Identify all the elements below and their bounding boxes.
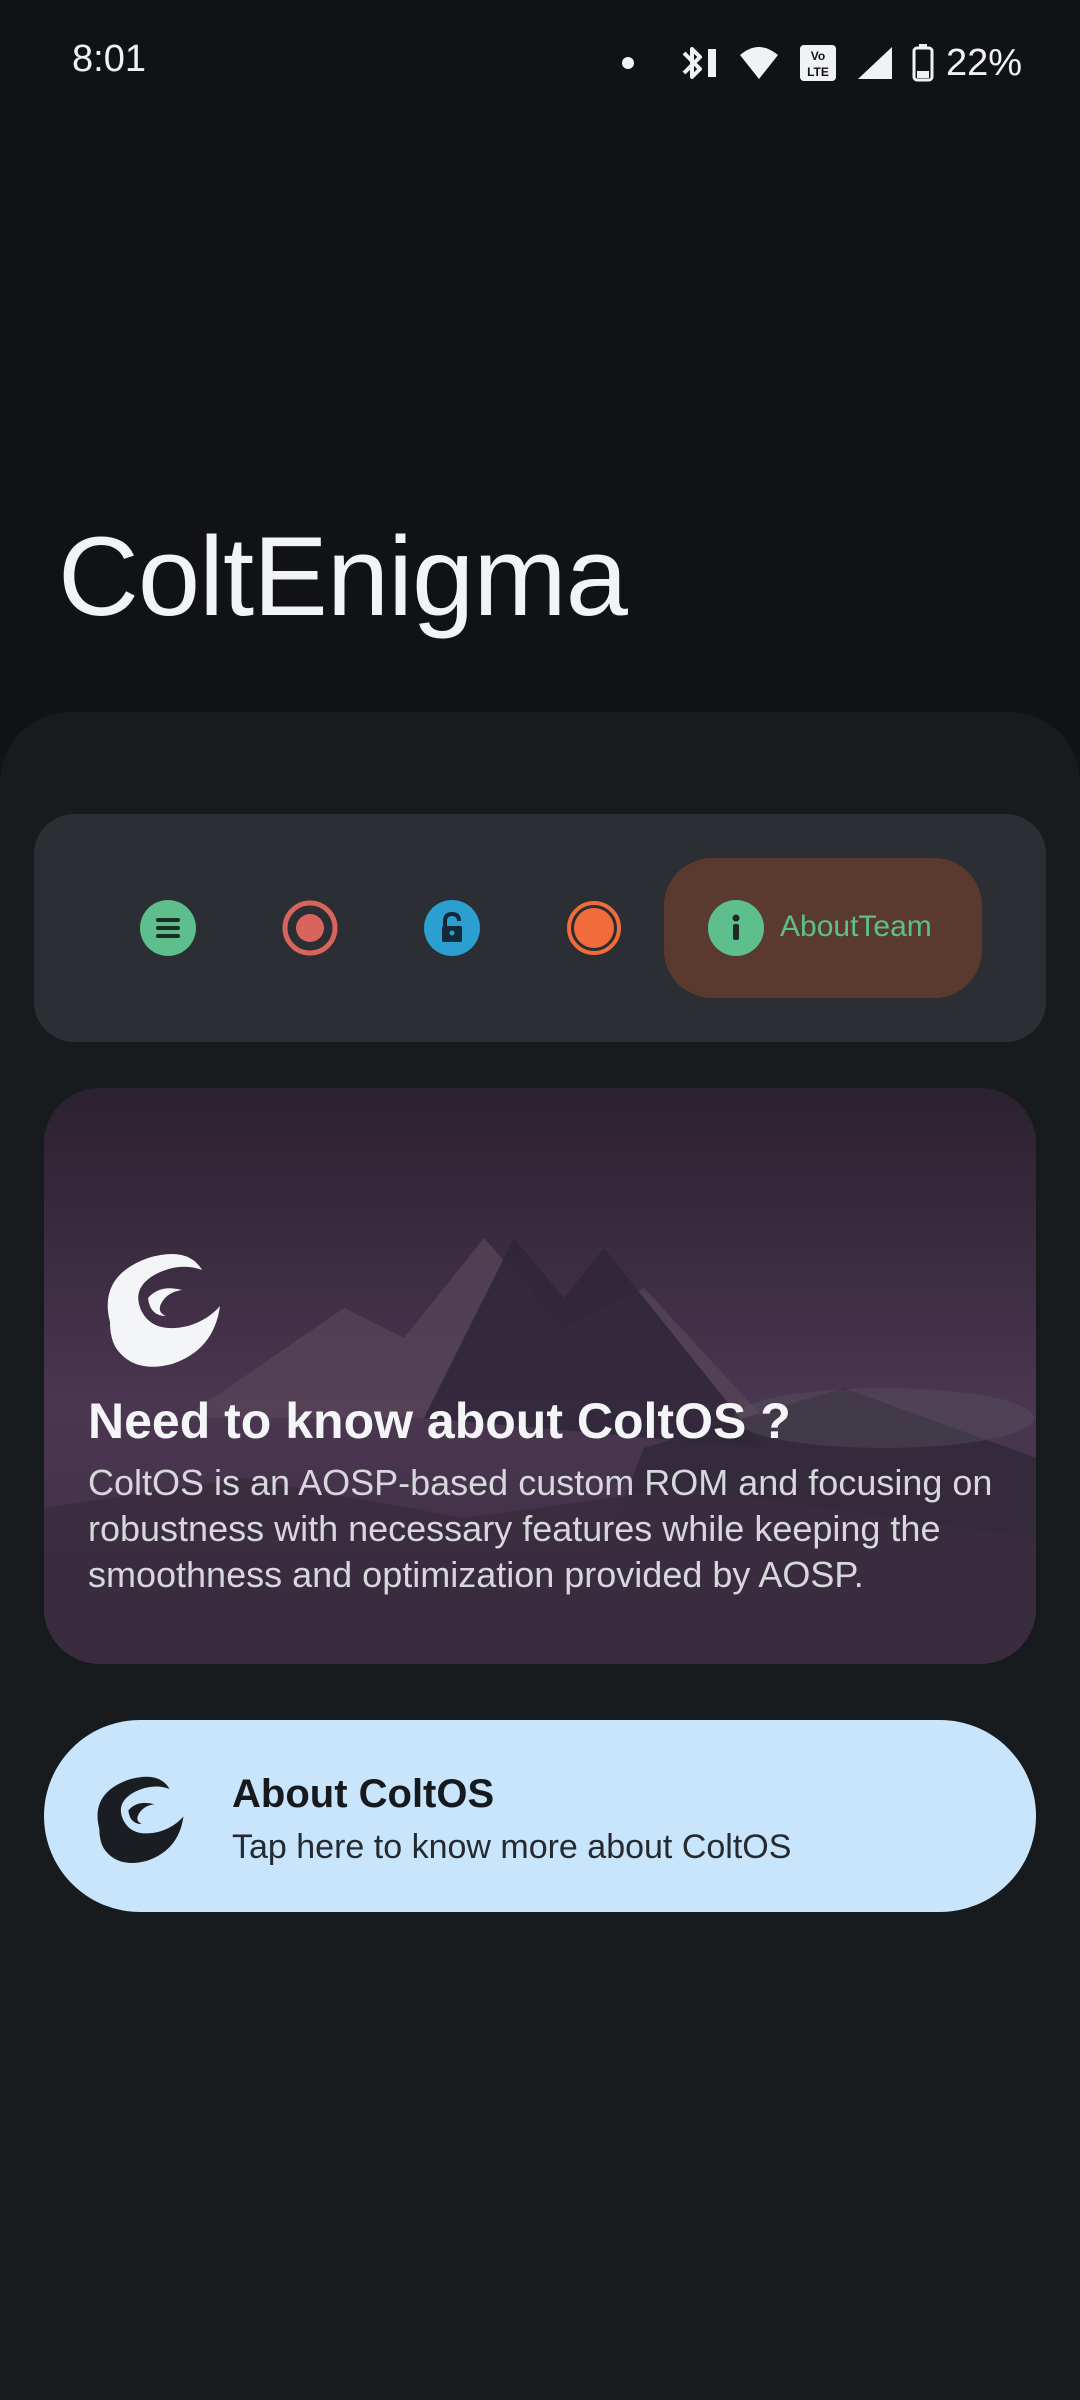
- status-icons: Vo LTE 22%: [621, 36, 1022, 90]
- nav-item-lock[interactable]: [424, 900, 480, 956]
- page-title: ColtEnigma: [58, 514, 628, 639]
- status-bar: 8:01 Vo LTE 22%: [0, 0, 1080, 128]
- bottom-nav-bar: AboutTeam: [34, 814, 1046, 1042]
- lock-icon: [424, 900, 480, 956]
- menu-list-icon: [140, 900, 196, 956]
- wifi-icon: [738, 45, 780, 81]
- info-card-title: Need to know about ColtOS ?: [88, 1393, 791, 1449]
- about-card-title: About ColtOS: [232, 1772, 495, 1816]
- record-circle-icon: [282, 900, 338, 956]
- coltos-logo-icon: [107, 1254, 220, 1367]
- orange-circle-icon: [567, 901, 621, 955]
- info-card-body: ColtOS is an AOSP-based custom ROM and f…: [88, 1462, 993, 1595]
- status-time: 8:01: [72, 38, 146, 80]
- about-coltos-button[interactable]: About ColtOS Tap here to know more about…: [44, 1720, 1036, 1912]
- notification-dot-icon: [621, 57, 634, 69]
- cellular-signal-icon: [856, 45, 894, 81]
- info-card: Need to know about ColtOS ? ColtOS is an…: [44, 1088, 1036, 1664]
- nav-item-about-team[interactable]: AboutTeam: [664, 858, 982, 998]
- info-icon: [708, 900, 764, 956]
- svg-text:Vo: Vo: [811, 49, 825, 63]
- bluetooth-icon: [678, 43, 720, 83]
- nav-item-menu[interactable]: [140, 900, 196, 956]
- nav-item-label: AboutTeam: [780, 910, 932, 943]
- nav-item-orange[interactable]: [566, 900, 622, 956]
- about-card-subtitle: Tap here to know more about ColtOS: [232, 1828, 792, 1866]
- volte-icon: Vo LTE: [798, 43, 838, 83]
- coltos-logo-icon: [97, 1776, 184, 1863]
- svg-text:LTE: LTE: [807, 65, 829, 79]
- nav-item-record[interactable]: [282, 900, 338, 956]
- battery-percent: 22%: [945, 41, 1022, 84]
- battery-icon: [912, 44, 934, 82]
